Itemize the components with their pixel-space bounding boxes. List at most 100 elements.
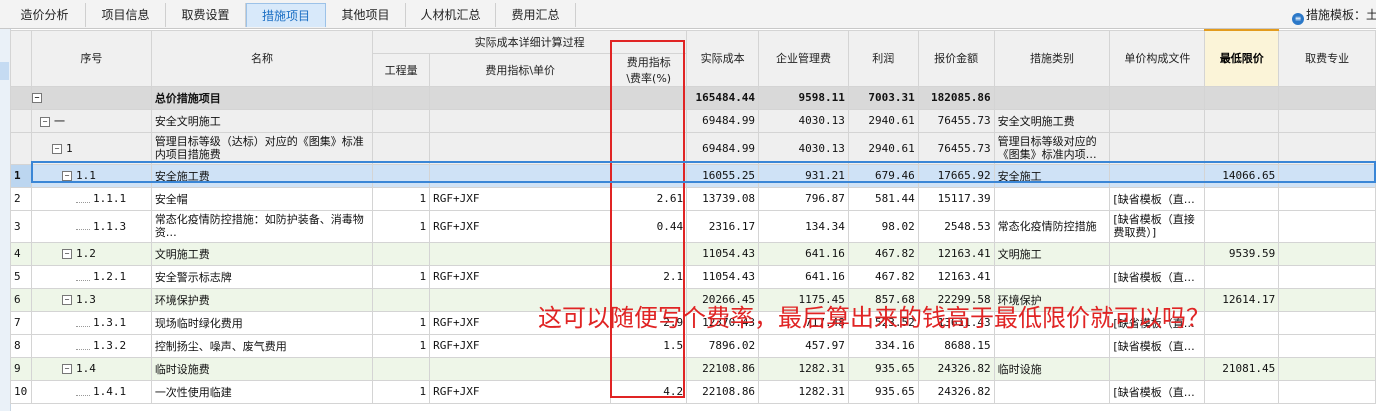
quantity-cell[interactable] <box>372 108 431 133</box>
table-row[interactable]: − 总价措施项目 165484.44 9598.11 7003.31 182085.86 <box>10 85 1376 110</box>
quote-cell[interactable]: 15117.39 <box>917 186 995 211</box>
actual-cost-cell[interactable]: 22108.86 <box>686 356 760 381</box>
profit-cell[interactable]: 2940.61 <box>847 131 919 165</box>
min-price-cell[interactable]: 21081.45 <box>1204 356 1280 381</box>
expand-collapse-toggle-icon[interactable]: − <box>32 93 42 103</box>
name-cell[interactable]: 常态化疫情防控措施：如防护装备、消毒物资… <box>150 209 374 243</box>
seq-cell[interactable]: −1.3 <box>30 287 152 312</box>
expand-collapse-toggle-icon[interactable]: − <box>61 295 72 305</box>
seq-cell[interactable]: −1.4 <box>30 356 152 381</box>
tab-cost-analysis[interactable]: 造价分析 <box>4 3 86 27</box>
tab-fee-summary[interactable]: 费用汇总 <box>496 3 576 27</box>
rate-cell[interactable]: 1.5 <box>610 333 688 358</box>
min-price-cell[interactable] <box>1204 131 1280 165</box>
tab-other-items[interactable]: 其他项目 <box>326 3 406 27</box>
name-cell[interactable]: 控制扬尘、噪声、废气费用 <box>150 333 374 358</box>
quote-cell[interactable]: 17665.92 <box>917 163 995 188</box>
name-cell[interactable]: 安全文明施工 <box>150 108 374 133</box>
index-unit-cell[interactable]: RGF+JXF <box>429 333 612 358</box>
fee-specialty-cell[interactable] <box>1278 379 1376 404</box>
index-unit-cell[interactable] <box>429 108 612 133</box>
min-price-cell[interactable] <box>1204 108 1280 133</box>
measure-type-cell[interactable]: 管理目标等级对应的《图集》标准内项… <box>993 131 1111 165</box>
seq-cell[interactable]: 1.1.3 <box>30 209 152 243</box>
fee-specialty-cell[interactable] <box>1278 356 1376 381</box>
table-row[interactable]: −1 管理目标等级（达标）对应的《图集》标准内项目措施费 69484.99 4030.… <box>10 131 1376 165</box>
min-price-cell[interactable]: 9539.59 <box>1204 241 1280 266</box>
table-row[interactable]: 4−1.2 文明施工费 11054.43 641.16 467.82 12163.41 文明… <box>10 241 1376 266</box>
quantity-cell[interactable] <box>372 356 431 381</box>
price-file-cell[interactable] <box>1109 356 1206 381</box>
profit-cell[interactable]: 98.02 <box>847 209 919 243</box>
seq-cell[interactable]: 1.1.1 <box>30 186 152 211</box>
profit-cell[interactable]: 334.16 <box>847 333 919 358</box>
min-price-cell[interactable] <box>1204 264 1280 289</box>
name-cell[interactable]: 管理目标等级（达标）对应的《图集》标准内项目措施费 <box>150 131 374 165</box>
profit-cell[interactable]: 935.65 <box>847 379 919 404</box>
quantity-cell[interactable]: 1 <box>372 264 431 289</box>
expand-collapse-toggle-icon[interactable]: − <box>61 249 72 259</box>
min-price-cell[interactable] <box>1204 85 1280 110</box>
profit-cell[interactable]: 935.65 <box>847 356 919 381</box>
tab-labor-material-summary[interactable]: 人材机汇总 <box>406 3 496 27</box>
tab-measures[interactable]: 措施项目 <box>246 3 326 27</box>
quantity-cell[interactable]: 1 <box>372 333 431 358</box>
actual-cost-cell[interactable]: 11054.43 <box>686 264 760 289</box>
index-unit-cell[interactable] <box>429 241 612 266</box>
mgmt-fee-cell[interactable]: 796.87 <box>758 186 849 211</box>
rate-cell[interactable] <box>610 85 688 110</box>
rate-cell[interactable] <box>610 108 688 133</box>
expand-collapse-toggle-icon[interactable]: − <box>61 171 72 181</box>
rate-cell[interactable]: 4.2 <box>610 379 688 404</box>
actual-cost-cell[interactable]: 11054.43 <box>686 241 760 266</box>
index-unit-cell[interactable] <box>429 356 612 381</box>
actual-cost-cell[interactable]: 69484.99 <box>686 108 760 133</box>
profit-cell[interactable]: 679.46 <box>847 163 919 188</box>
measure-type-cell[interactable] <box>993 264 1111 289</box>
seq-cell[interactable]: − 一 <box>30 108 152 133</box>
profit-cell[interactable]: 581.44 <box>847 186 919 211</box>
quantity-cell[interactable] <box>372 287 431 312</box>
price-file-cell[interactable]: [缺省模板（直… <box>1109 379 1206 404</box>
actual-cost-cell[interactable]: 22108.86 <box>686 379 760 404</box>
seq-cell[interactable]: 1.2.1 <box>30 264 152 289</box>
measure-type-cell[interactable] <box>993 333 1111 358</box>
profit-cell[interactable]: 467.82 <box>847 241 919 266</box>
actual-cost-cell[interactable]: 7896.02 <box>686 333 760 358</box>
quote-cell[interactable]: 76455.73 <box>917 108 995 133</box>
profit-cell[interactable]: 7003.31 <box>847 85 919 110</box>
name-cell[interactable]: 环境保护费 <box>150 287 374 312</box>
table-row[interactable]: 5 1.2.1 安全警示标志牌 1 RGF+JXF 2.1 11054.43 641.16 46… <box>10 264 1376 289</box>
table-row[interactable]: 8 1.3.2 控制扬尘、噪声、废气费用 1 RGF+JXF 1.5 7896.02 457.… <box>10 333 1376 358</box>
seq-cell[interactable]: −1.2 <box>30 241 152 266</box>
rate-cell[interactable]: 2.1 <box>610 264 688 289</box>
name-cell[interactable]: 临时设施费 <box>150 356 374 381</box>
fee-specialty-cell[interactable] <box>1278 287 1376 312</box>
table-row[interactable]: 3 1.1.3 常态化疫情防控措施：如防护装备、消毒物资… 1 RGF+JXF 0.44 2… <box>10 209 1376 243</box>
index-unit-cell[interactable] <box>429 163 612 188</box>
fee-specialty-cell[interactable] <box>1278 209 1376 243</box>
index-unit-cell[interactable]: RGF+JXF <box>429 264 612 289</box>
min-price-cell[interactable]: 14066.65 <box>1204 163 1280 188</box>
price-file-cell[interactable] <box>1109 163 1206 188</box>
quote-cell[interactable]: 8688.15 <box>917 333 995 358</box>
fee-specialty-cell[interactable] <box>1278 163 1376 188</box>
mgmt-fee-cell[interactable]: 1282.31 <box>758 356 849 381</box>
price-file-cell[interactable] <box>1109 131 1206 165</box>
mgmt-fee-cell[interactable]: 9598.11 <box>758 85 849 110</box>
index-unit-cell[interactable] <box>429 131 612 165</box>
price-file-cell[interactable]: [缺省模板（直… <box>1109 264 1206 289</box>
actual-cost-cell[interactable]: 69484.99 <box>686 131 760 165</box>
expand-collapse-toggle-icon[interactable]: − <box>51 143 62 154</box>
seq-cell[interactable]: −1.1 <box>30 163 152 188</box>
name-cell[interactable]: 安全警示标志牌 <box>150 264 374 289</box>
min-price-cell[interactable] <box>1204 379 1280 404</box>
fee-specialty-cell[interactable] <box>1278 333 1376 358</box>
measure-type-cell[interactable] <box>993 379 1111 404</box>
quantity-cell[interactable] <box>372 85 431 110</box>
quote-cell[interactable]: 24326.82 <box>917 356 995 381</box>
seq-cell[interactable]: 1.4.1 <box>30 379 152 404</box>
measure-type-cell[interactable] <box>993 85 1111 110</box>
measure-type-cell[interactable]: 安全文明施工费 <box>993 108 1111 133</box>
measure-type-cell[interactable]: 临时设施 <box>993 356 1111 381</box>
